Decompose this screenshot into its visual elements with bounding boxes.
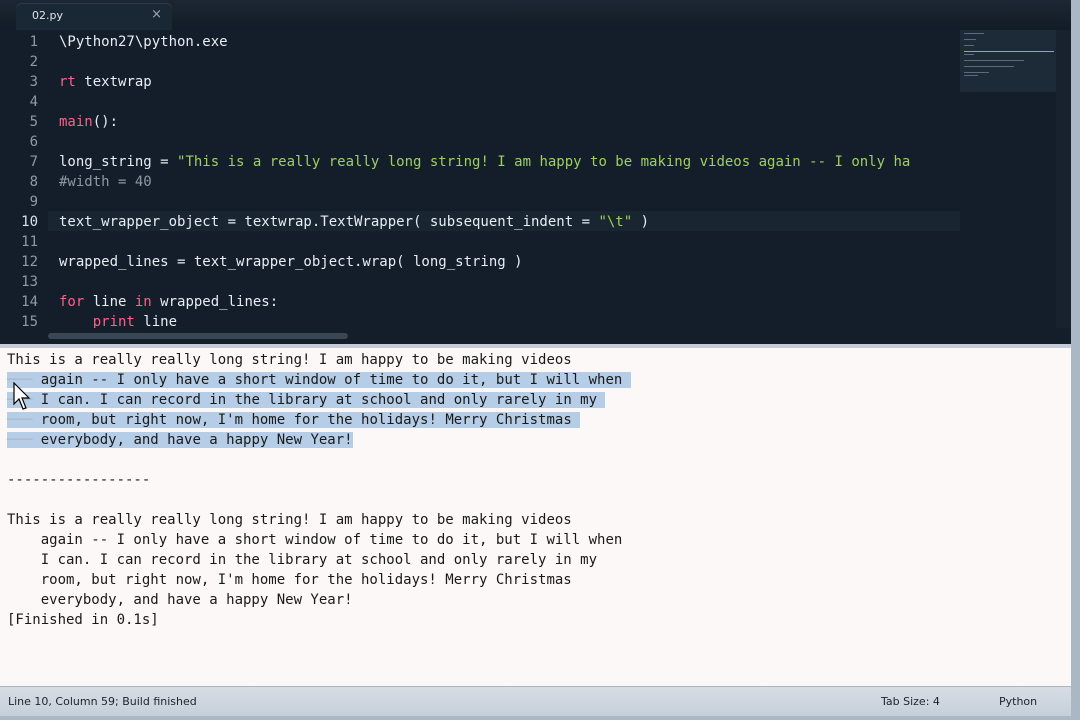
tab-02-py[interactable]: 02.py × <box>16 3 172 30</box>
minimap-line <box>964 54 974 55</box>
syntax-selector[interactable]: Python <box>999 695 1037 708</box>
build-finished-message: [Finished in 0.1s] <box>7 612 159 628</box>
code-text: \Python27\python.exe <box>59 34 228 50</box>
code-line-3[interactable]: rt textwrap <box>59 72 152 92</box>
line-number: 1 <box>29 34 38 50</box>
output-line: room, but right now, I'm home for the ho… <box>7 572 572 588</box>
window-edge <box>1071 0 1080 716</box>
status-bar: Line 10, Column 59; Build finished Tab S… <box>0 686 1071 717</box>
window-edge <box>0 716 1080 720</box>
line-number-gutter: 1 2 3 4 5 6 7 8 9 10 11 12 13 14 15 <box>0 30 48 328</box>
output-line: everybody, and have a happy New Year! <box>7 592 353 608</box>
output-line-text: everybody, and have a happy New Year! <box>40 432 353 448</box>
mouse-pointer-icon <box>13 382 31 410</box>
vertical-scrollbar[interactable] <box>1056 30 1071 328</box>
tab-title: 02.py <box>32 9 63 22</box>
code-keyword: in <box>134 294 152 310</box>
minimap-line <box>964 51 1054 52</box>
line-number: 12 <box>21 254 38 270</box>
code-text: (): <box>92 114 119 130</box>
code-text: text_wrapper_object = textwrap.TextWrapp… <box>59 214 599 230</box>
code-text: wrapped_lines: <box>151 294 279 310</box>
code-keyword: for <box>59 294 85 310</box>
code-line-5[interactable]: main(): <box>59 112 118 132</box>
code-string: "\t" <box>598 214 633 230</box>
line-number: 6 <box>29 134 38 150</box>
line-number: 7 <box>29 154 38 170</box>
output-line-selected: ─── again -- I only have a short window … <box>7 370 631 390</box>
horizontal-scrollbar[interactable] <box>0 328 1071 344</box>
minimap-line <box>964 72 989 73</box>
minimap-line <box>964 39 976 40</box>
line-number: 2 <box>29 54 38 70</box>
code-text: line <box>84 294 135 310</box>
line-number: 8 <box>29 174 38 190</box>
close-icon[interactable]: × <box>151 7 162 22</box>
line-number-current: 10 <box>21 214 38 230</box>
line-number: 5 <box>29 114 38 130</box>
code-line-15[interactable]: print line <box>59 312 177 328</box>
code-keyword: rt <box>59 74 85 90</box>
output-line-selected: ─── room, but right now, I'm home for th… <box>7 410 581 430</box>
line-number: 14 <box>21 294 38 310</box>
code-line-8[interactable]: #width = 40 <box>59 172 152 192</box>
code-line-14[interactable]: for line in wrapped_lines: <box>59 292 278 312</box>
code-text: long_string = <box>59 154 178 170</box>
code-line-12[interactable]: wrapped_lines = text_wrapper_object.wrap… <box>59 252 523 272</box>
code-comment: #width = 40 <box>59 174 152 190</box>
tab-bar: 02.py × <box>0 0 1080 31</box>
line-number: 4 <box>29 94 38 110</box>
output-line: This is a really really long string! I a… <box>7 352 572 368</box>
code-line-7[interactable]: long_string = "This is a really really l… <box>59 152 910 172</box>
minimap-line <box>964 33 984 34</box>
build-output-panel[interactable]: This is a really really long string! I a… <box>0 348 1071 686</box>
minimap-line <box>964 75 978 76</box>
horizontal-scrollbar-thumb[interactable] <box>48 333 348 339</box>
line-number: 3 <box>29 74 38 90</box>
output-line-selected: ─── everybody, and have a happy New Year… <box>7 432 353 448</box>
minimap-line <box>964 45 974 46</box>
code-function-name: main <box>59 114 93 130</box>
code-editor[interactable]: 1 2 3 4 5 6 7 8 9 10 11 12 13 14 15 \Pyt… <box>0 30 1056 328</box>
line-number: 13 <box>21 274 38 290</box>
output-line-text: again -- I only have a short window of t… <box>40 372 623 388</box>
minimap-line <box>964 60 1024 61</box>
line-number: 9 <box>29 194 38 210</box>
code-line-10[interactable]: text_wrapper_object = textwrap.TextWrapp… <box>59 212 649 232</box>
code-keyword: print <box>92 314 135 328</box>
output-separator: ----------------- <box>7 472 151 488</box>
output-line-selected: ─── I can. I can record in the library a… <box>7 390 606 410</box>
minimap-line <box>964 66 1014 67</box>
code-line-1[interactable]: \Python27\python.exe <box>59 32 228 52</box>
minimap[interactable] <box>960 30 1056 328</box>
code-text: line <box>134 314 178 328</box>
code-text: ) <box>632 214 650 230</box>
line-number: 15 <box>21 314 38 328</box>
code-string: "This is a really really long string! I … <box>177 154 911 170</box>
output-line: again -- I only have a short window of t… <box>7 532 623 548</box>
code-text: wrapped_lines = text_wrapper_object.wrap… <box>59 254 523 270</box>
code-text: textwrap <box>84 74 152 90</box>
output-line: I can. I can record in the library at sc… <box>7 552 598 568</box>
output-line-text: room, but right now, I'm home for the ho… <box>40 412 572 428</box>
output-line: This is a really really long string! I a… <box>7 512 572 528</box>
status-position: Line 10, Column 59; Build finished <box>8 695 197 708</box>
tab-size-selector[interactable]: Tab Size: 4 <box>881 695 940 708</box>
output-line-text: I can. I can record in the library at sc… <box>40 392 598 408</box>
line-number: 11 <box>21 234 38 250</box>
